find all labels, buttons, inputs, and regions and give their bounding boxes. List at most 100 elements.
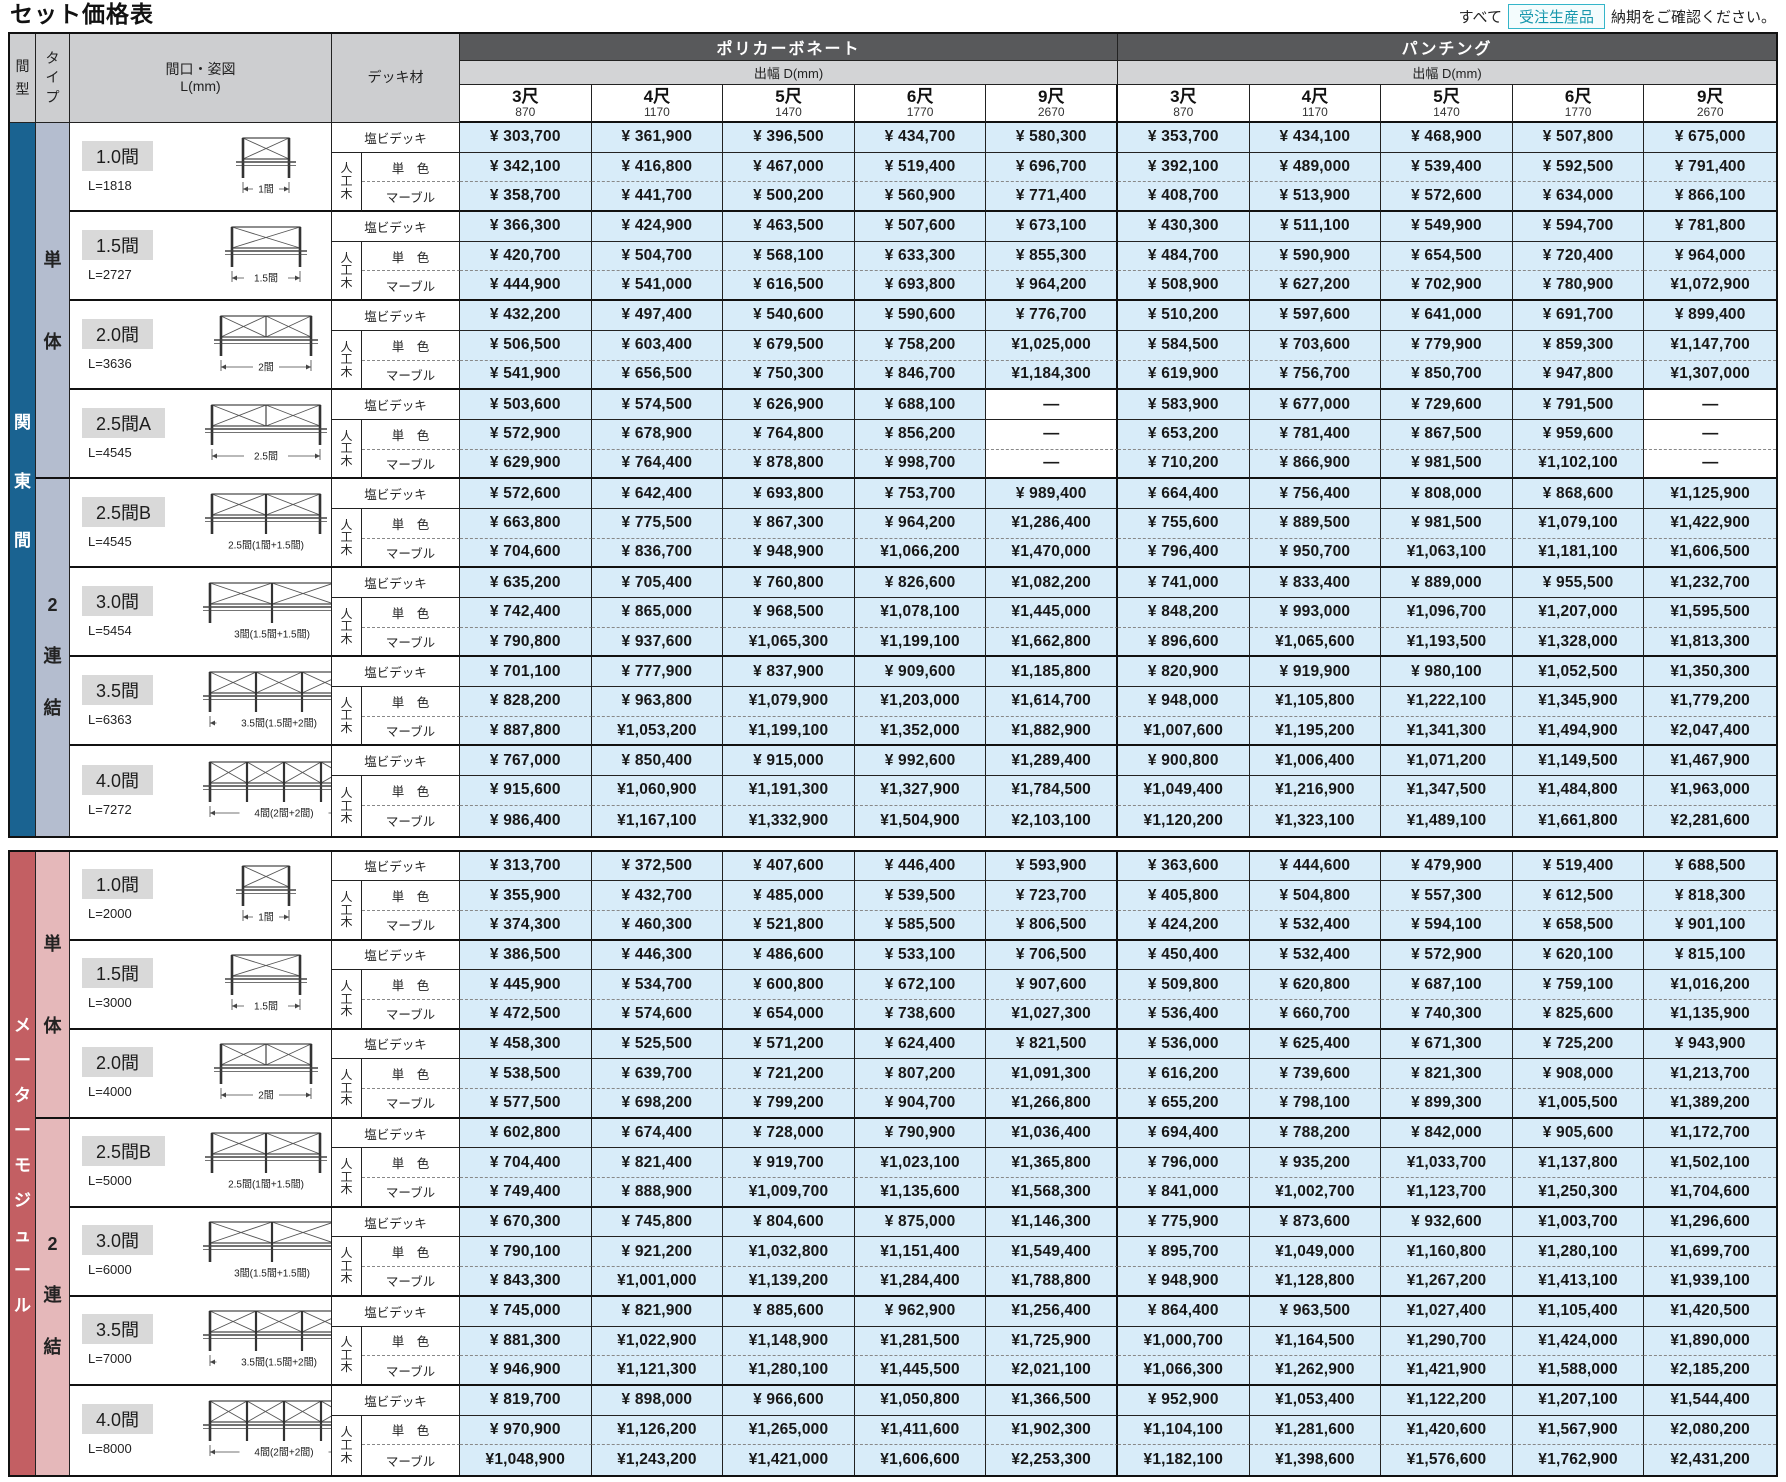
deck-wood-label: 人工木 — [332, 881, 362, 940]
price-cell: ¥ 729,600 — [1381, 390, 1513, 420]
svg-text:3.5間(1.5間+2間): 3.5間(1.5間+2間) — [241, 1357, 317, 1369]
length-label: L=5454 — [82, 623, 132, 638]
price-cell: ¥ 504,800 — [1250, 881, 1382, 911]
price-cell: ¥1,420,600 — [1381, 1416, 1513, 1446]
price-cell: ¥1,290,700 — [1381, 1327, 1513, 1357]
price-cell: ¥2,021,100 — [986, 1356, 1118, 1386]
price-cell: ¥ 342,100 — [460, 153, 592, 183]
price-cell: ¥ 791,400 — [1644, 153, 1776, 183]
price-cell: ¥1,185,800 — [986, 657, 1118, 687]
price-cell: ¥ 780,900 — [1513, 271, 1645, 301]
svg-text:3間(1.5間+1.5間): 3間(1.5間+1.5間) — [234, 628, 310, 640]
price-cell: ¥ 950,700 — [1250, 539, 1382, 569]
deck-wood-label: 人工木 — [332, 1148, 362, 1207]
length-label: L=6363 — [82, 712, 132, 727]
price-cell: ¥ 572,900 — [460, 420, 592, 450]
price-cell: ¥1,250,300 — [1513, 1178, 1645, 1208]
deck-wood-label: 人工木 — [332, 153, 362, 212]
price-cell-empty: — — [1644, 420, 1776, 450]
price-cell: ¥ 807,200 — [855, 1059, 987, 1089]
size-label: 1.5間 — [82, 230, 153, 260]
price-table-meter: メーターモジュール単体2連結1.0間L=20001間塩ビデッキ人工木単 色マーブ… — [8, 850, 1778, 1477]
price-cell: ¥ 513,900 — [1250, 182, 1382, 212]
price-cell: ¥1,256,400 — [986, 1297, 1118, 1327]
opening-cell-1.0間: 1.0間L=18181間 — [70, 123, 332, 212]
price-cell: ¥ 486,600 — [723, 941, 855, 971]
price-cell: ¥ 970,900 — [460, 1416, 592, 1446]
svg-text:1間: 1間 — [258, 912, 274, 924]
price-cell: ¥ 947,800 — [1513, 361, 1645, 391]
length-label: L=2727 — [82, 267, 132, 282]
price-cell: ¥ 721,200 — [723, 1059, 855, 1089]
price-cell: ¥1,060,900 — [592, 776, 724, 806]
price-cell: ¥2,253,300 — [986, 1445, 1118, 1475]
made-to-order-badge: 受注生産品 — [1508, 4, 1605, 29]
price-cell: ¥1,002,700 — [1250, 1178, 1382, 1208]
price-cell: ¥ 895,700 — [1118, 1237, 1250, 1267]
price-cell: ¥ 534,700 — [592, 970, 724, 1000]
price-cell: ¥ 821,900 — [592, 1297, 724, 1327]
price-cell: ¥ 639,700 — [592, 1059, 724, 1089]
price-cell: ¥1,289,400 — [986, 746, 1118, 776]
price-cell: ¥ 445,900 — [460, 970, 592, 1000]
price-cell: ¥1,595,500 — [1644, 598, 1776, 628]
size-label: 2.0間 — [82, 319, 153, 349]
price-cell: ¥1,007,600 — [1118, 717, 1250, 747]
price-cell: ¥ 833,400 — [1250, 568, 1382, 598]
price-cell: ¥ 866,100 — [1644, 182, 1776, 212]
price-cell: ¥1,207,000 — [1513, 598, 1645, 628]
deck-vinyl-label: 塩ビデッキ — [332, 852, 460, 882]
price-cell: ¥ 855,300 — [986, 242, 1118, 272]
price-cell: ¥ 507,600 — [855, 212, 987, 242]
price-cell: ¥ 742,400 — [460, 598, 592, 628]
price-cell: ¥ 396,500 — [723, 123, 855, 153]
price-cell: ¥1,049,400 — [1118, 776, 1250, 806]
price-cell: ¥1,148,900 — [723, 1327, 855, 1357]
price-cell: ¥ 600,800 — [723, 970, 855, 1000]
price-cell: ¥ 841,000 — [1118, 1178, 1250, 1208]
svg-text:1.5間: 1.5間 — [254, 272, 278, 284]
price-cell: ¥ 519,400 — [855, 153, 987, 183]
price-cell: ¥ 777,900 — [592, 657, 724, 687]
price-cell: ¥ 458,300 — [460, 1030, 592, 1060]
deck-wood-label: 人工木 — [332, 1327, 362, 1386]
opening-cell-2.0間: 2.0間L=36362間 — [70, 301, 332, 390]
price-cell: ¥ 932,600 — [1381, 1208, 1513, 1238]
price-cell: ¥ 964,200 — [855, 509, 987, 539]
price-cell: ¥1,135,600 — [855, 1178, 987, 1208]
opening-cell-4.0間: 4.0間L=80004間(2間+2間) — [70, 1386, 332, 1475]
price-cell: ¥1,009,700 — [723, 1178, 855, 1208]
price-cell: ¥1,502,100 — [1644, 1148, 1776, 1178]
length-label: L=6000 — [82, 1262, 132, 1277]
elevation-diagram: 1.5間 — [222, 223, 310, 289]
price-cell: ¥ 981,500 — [1381, 509, 1513, 539]
price-cell: ¥ 509,800 — [1118, 970, 1250, 1000]
price-cell: ¥1,104,100 — [1118, 1416, 1250, 1446]
price-cell: ¥ 760,800 — [723, 568, 855, 598]
price-cell: ¥ 842,000 — [1381, 1119, 1513, 1149]
opening-cell-2.5間B: 2.5間BL=45452.5間(1間+1.5間) — [70, 479, 332, 568]
price-cell: ¥ 510,200 — [1118, 301, 1250, 331]
price-cell: ¥ 790,100 — [460, 1237, 592, 1267]
price-cell: ¥ 756,400 — [1250, 479, 1382, 509]
price-cell: ¥ 485,000 — [723, 881, 855, 911]
price-cell: ¥1,167,100 — [592, 806, 724, 836]
price-cell: ¥ 818,300 — [1644, 881, 1776, 911]
elevation-diagram: 1間 — [233, 134, 299, 200]
price-cell: ¥1,661,800 — [1513, 806, 1645, 836]
price-cell: ¥1,135,900 — [1644, 1000, 1776, 1030]
price-cell: ¥ 500,200 — [723, 182, 855, 212]
price-cell: ¥ 574,600 — [592, 1000, 724, 1030]
price-cell: ¥ 740,300 — [1381, 1000, 1513, 1030]
header-mato: 間型 — [10, 34, 36, 123]
price-cell: ¥ 468,900 — [1381, 123, 1513, 153]
price-cell: ¥ 463,500 — [723, 212, 855, 242]
price-cell: ¥1,332,900 — [723, 806, 855, 836]
svg-text:2.5間(1間+1.5間): 2.5間(1間+1.5間) — [228, 1179, 304, 1191]
price-cell: ¥ 885,600 — [723, 1297, 855, 1327]
price-cell: ¥1,365,800 — [986, 1148, 1118, 1178]
size-label: 1.0間 — [82, 141, 153, 171]
price-cell: ¥1,352,000 — [855, 717, 987, 747]
price-cell: ¥ 590,600 — [855, 301, 987, 331]
price-cell: ¥ 899,400 — [1644, 301, 1776, 331]
